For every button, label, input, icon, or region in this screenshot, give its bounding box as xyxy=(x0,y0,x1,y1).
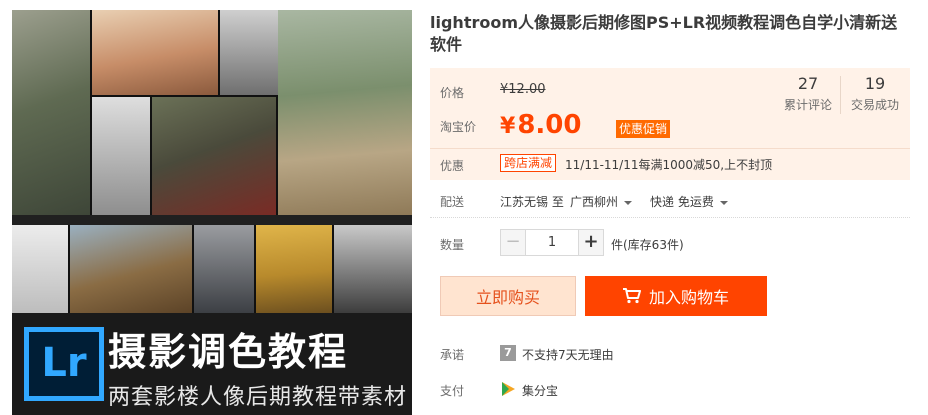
photo-tile xyxy=(194,225,254,313)
currency-symbol: ¥ xyxy=(500,114,516,139)
chevron-down-icon xyxy=(624,200,633,205)
photo-tile xyxy=(220,10,278,95)
divider xyxy=(430,148,910,149)
reviews-label: 累计评论 xyxy=(783,98,832,112)
photo-tile xyxy=(152,97,276,215)
jifenbao-icon xyxy=(502,382,515,396)
quantity-input[interactable] xyxy=(526,229,578,256)
photo-tile xyxy=(92,97,150,215)
quantity-decrease-button[interactable]: − xyxy=(500,229,526,256)
payment-label: 支付 xyxy=(440,384,465,398)
ship-to-select[interactable]: 广西柳州 xyxy=(570,193,633,210)
shipping-label: 配送 xyxy=(440,195,465,209)
product-title[interactable]: lightroom人像摄影后期修图PS+LR视频教程调色自学小清新送软件 xyxy=(430,12,910,56)
banner-title: 摄影调色教程 xyxy=(108,330,349,374)
promise-label: 承诺 xyxy=(440,348,465,362)
reviews-count: 27 xyxy=(797,74,819,93)
cart-icon xyxy=(622,288,641,304)
quantity-label: 数量 xyxy=(440,238,465,252)
add-to-cart-button[interactable]: 加入购物车 xyxy=(585,276,767,316)
photo-tile xyxy=(278,10,412,215)
shipping-method-value: 快递 免运费 xyxy=(650,195,714,209)
image-banner: Lr 摄影调色教程 两套影楼人像后期教程带素材 xyxy=(12,313,412,415)
stat-divider xyxy=(840,76,841,114)
photo-tile xyxy=(92,10,218,95)
discount-label: 优惠 xyxy=(440,159,465,173)
promo-badge[interactable]: 优惠促销 xyxy=(616,120,671,138)
payment-method[interactable]: 集分宝 xyxy=(522,382,558,399)
price-label: 价格 xyxy=(440,86,465,100)
sale-price-label: 淘宝价 xyxy=(440,120,477,134)
quantity-increase-button[interactable]: + xyxy=(578,229,604,256)
ship-to-value: 广西柳州 xyxy=(570,195,619,209)
photo-tile xyxy=(12,10,90,215)
shipping-method-select[interactable]: 快递 免运费 xyxy=(650,193,728,210)
product-main-image[interactable]: Lr 摄影调色教程 两套影楼人像后期教程带素材 xyxy=(12,10,412,415)
stock-info: 件(库存63件) xyxy=(611,238,684,252)
price-panel: 价格 ¥12.00 27 累计评论 19 交易成功 淘宝价 ¥8.00 优惠促销… xyxy=(430,68,910,180)
promise-text[interactable]: 不支持7天无理由 xyxy=(522,346,614,363)
no-7day-return-icon: 7 xyxy=(500,345,516,361)
photo-tile xyxy=(256,225,332,313)
banner-subtitle: 两套影楼人像后期教程带素材 xyxy=(108,385,408,410)
sales-label: 交易成功 xyxy=(850,98,899,112)
watermark-strip xyxy=(12,215,412,225)
add-to-cart-label: 加入购物车 xyxy=(648,288,729,307)
photo-tile xyxy=(70,225,192,313)
ship-from: 江苏无锡 至 xyxy=(500,195,564,209)
reviews-stat[interactable]: 27 累计评论 xyxy=(778,74,838,113)
photo-tile xyxy=(12,225,68,313)
discount-description: 11/11-11/11每满1000减50,上不封顶 xyxy=(565,158,773,172)
photo-tile xyxy=(334,225,412,313)
original-price: ¥12.00 xyxy=(500,82,546,97)
buy-now-button[interactable]: 立即购买 xyxy=(440,276,576,316)
discount-badge[interactable]: 跨店满减 xyxy=(500,154,557,172)
lightroom-logo: Lr xyxy=(24,327,104,401)
sale-price-value: 8.00 xyxy=(517,110,582,140)
chevron-down-icon xyxy=(719,200,728,205)
sales-stat[interactable]: 19 交易成功 xyxy=(845,74,905,113)
sale-price: ¥8.00 xyxy=(500,110,581,142)
sales-count: 19 xyxy=(864,74,886,93)
divider xyxy=(430,217,910,218)
